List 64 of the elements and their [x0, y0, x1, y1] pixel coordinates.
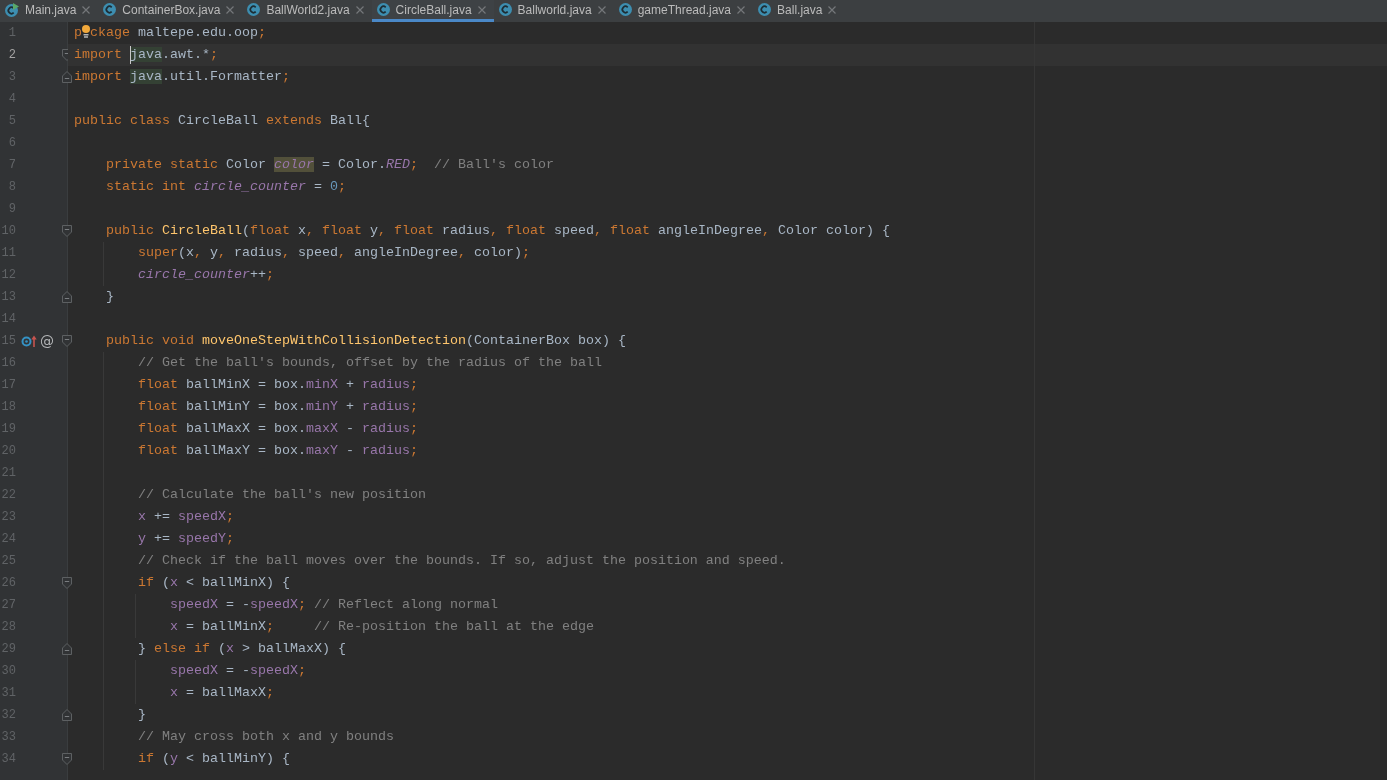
code-text: p [74, 24, 82, 42]
c-circle-icon [498, 3, 512, 16]
close-icon[interactable] [828, 5, 837, 14]
fold-icon[interactable] [62, 709, 72, 721]
fold-icon[interactable] [62, 335, 72, 347]
code-text: } [138, 706, 146, 724]
fold-icon[interactable] [62, 291, 72, 303]
fold-icon[interactable] [62, 225, 72, 237]
text-caret [130, 46, 131, 64]
code-text: static int circle_counter = 0; [106, 178, 346, 196]
code-text: x += speedX; [138, 508, 234, 526]
code-text: // Get the ball's bounds, offset by the radius of the ball [138, 354, 602, 372]
code-text: public void moveOneStepWithCollisionDetection(ContainerBox box) { [106, 332, 626, 350]
code-text: float ballMinX = box.minX + radius; [138, 376, 418, 394]
fold-icon[interactable] [62, 577, 72, 589]
code-text: x = ballMinX; // Re-position the ball at the edge [170, 618, 594, 636]
close-icon[interactable] [597, 5, 606, 14]
editor-tab[interactable]: Main.java [0, 0, 99, 22]
editor-tab[interactable]: Ballworld.java [493, 0, 614, 22]
editor-tab[interactable]: Ball.java [753, 0, 845, 22]
c-circle-icon [103, 3, 117, 16]
line-number: 2 [7, 47, 16, 64]
close-icon[interactable] [737, 5, 746, 14]
close-icon[interactable] [477, 5, 486, 14]
code-text: float ballMaxX = box.maxX - radius; [138, 420, 418, 438]
close-icon[interactable] [226, 5, 235, 14]
code-text: // Check if the ball moves over the bounds. If so, adjust the position and speed. [138, 552, 786, 570]
close-icon[interactable] [355, 5, 364, 14]
code-text: if (y < ballMinY) { [138, 750, 290, 768]
code-text: float ballMinY = box.minY + radius; [138, 398, 418, 416]
code-text: import java.util.Formatter; [74, 68, 290, 86]
editor-tab[interactable]: CircleBall.java [371, 0, 494, 22]
c-circle-play-icon [5, 2, 19, 17]
code-text: super(x, y, radius, speed, angleInDegree, color); [138, 244, 530, 262]
editor-tab[interactable]: ContainerBox.java [98, 0, 243, 22]
code-text: // May cross both x and y bounds [138, 728, 394, 746]
code-text: speedX = -speedX; [170, 662, 306, 680]
code-text: import java.awt.*; [74, 46, 218, 64]
fold-icon[interactable] [62, 643, 72, 655]
c-circle-icon [618, 3, 632, 16]
fold-icon[interactable] [62, 753, 72, 765]
c-circle-icon [758, 3, 772, 16]
code-text: } [106, 288, 114, 306]
code-text: private static Color color = Color.RED; // Ball's color [106, 156, 554, 174]
c-circle-icon [376, 3, 390, 16]
code-text: public class CircleBall extends Ball{ [74, 112, 370, 130]
code-text: circle_counter++; [138, 266, 274, 284]
editor-tab[interactable]: gameThread.java [613, 0, 754, 22]
editor-tab[interactable]: BallWorld2.java [242, 0, 372, 22]
c-circle-icon [247, 3, 261, 16]
fold-icon[interactable] [62, 71, 72, 83]
code-text: public CircleBall(float x, float y, float radius, float speed, float angleInDegree, Color color) { [106, 222, 890, 240]
code-text: x = ballMaxX; [170, 684, 274, 702]
code-text: float ballMaxY = box.maxY - radius; [138, 442, 418, 460]
ring-up-arrow-icon[interactable] [21, 334, 37, 348]
code-text: if (x < ballMinX) { [138, 574, 290, 592]
at-sign-icon[interactable]: @ [40, 334, 54, 348]
code-text: } else if (x > ballMaxX) { [138, 640, 346, 658]
code-text: y += speedY; [138, 530, 234, 548]
code-text: speedX = -speedX; // Reflect along normal [170, 596, 498, 614]
close-icon[interactable] [82, 5, 91, 14]
lightbulb-icon[interactable] [82, 25, 90, 38]
code-text: // Calculate the ball's new position [138, 486, 426, 504]
code-text: ckage maltepe.edu.oop; [90, 24, 266, 42]
